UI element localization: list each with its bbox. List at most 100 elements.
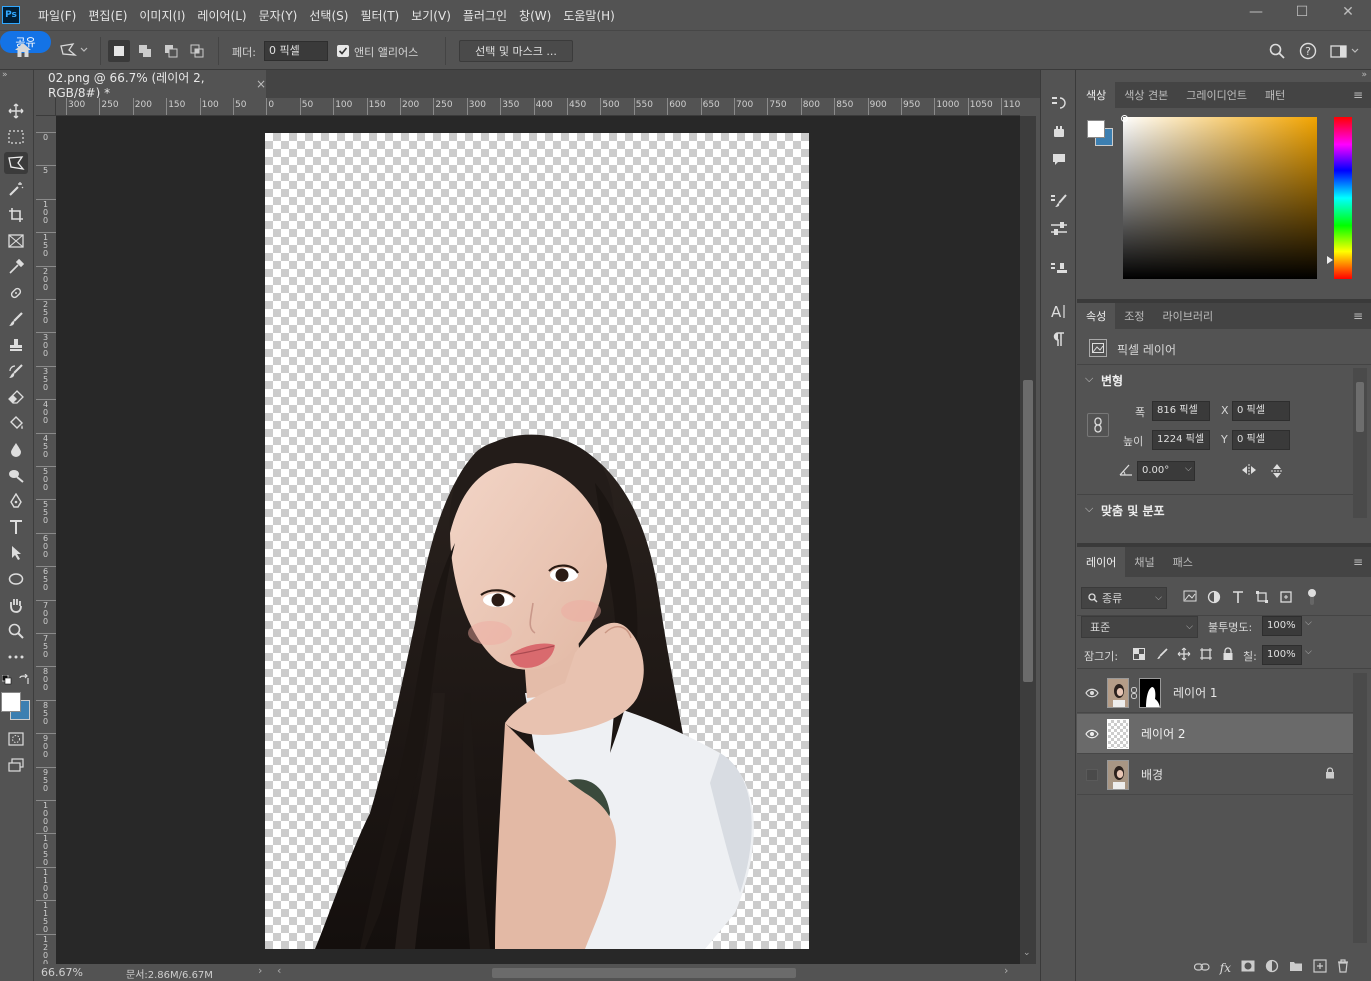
blur-tool-icon[interactable] [4, 438, 28, 460]
lasso-tool-icon[interactable] [4, 152, 28, 174]
zoom-tool-icon[interactable] [4, 620, 28, 642]
group-folder-icon[interactable] [1289, 960, 1303, 975]
layers-scrollbar[interactable] [1353, 673, 1367, 943]
layer-row[interactable]: 레이어 2 [1077, 714, 1353, 754]
search-icon[interactable] [1266, 40, 1288, 62]
color-panel-menu-icon[interactable]: ≡ [1353, 82, 1371, 108]
type-tool-icon[interactable] [4, 516, 28, 538]
angle-dropdown-icon[interactable]: ⌵ [1185, 464, 1192, 474]
frame-tool-icon[interactable] [4, 230, 28, 252]
move-tool-icon[interactable] [4, 100, 28, 122]
ellipse-tool-icon[interactable] [4, 568, 28, 590]
default-colors-icon[interactable] [1, 674, 12, 685]
ruler-origin[interactable] [36, 98, 56, 116]
layer-row[interactable]: 배경 [1077, 755, 1353, 795]
foreground-color-swatch[interactable] [1, 692, 21, 712]
fill-input[interactable]: 100% [1262, 645, 1302, 665]
lock-image-pixels-icon[interactable] [1156, 648, 1168, 660]
eyedropper-tool-icon[interactable] [4, 256, 28, 278]
tab-libraries[interactable]: 라이브러리 [1154, 303, 1223, 329]
lock-position-icon[interactable] [1177, 647, 1191, 661]
visibility-eye-icon[interactable] [1077, 688, 1107, 698]
collapse-toolbar-icon[interactable]: » [2, 70, 8, 80]
filter-pixel-icon[interactable] [1183, 590, 1197, 604]
properties-scrollbar[interactable] [1353, 368, 1367, 518]
paragraph-panel-icon[interactable] [1047, 328, 1071, 350]
intersect-selection-icon[interactable] [186, 40, 208, 62]
tab-adjustments[interactable]: 조정 [1115, 303, 1153, 329]
color-panel-foreground-swatch[interactable] [1087, 120, 1105, 138]
paint-bucket-tool-icon[interactable] [4, 412, 28, 434]
feather-input[interactable]: 0 픽셀 [264, 41, 328, 61]
close-window-button[interactable]: ✕ [1325, 0, 1371, 26]
character-panel-icon[interactable]: A [1047, 300, 1071, 322]
link-dimensions-icon[interactable] [1087, 413, 1109, 437]
menu-type[interactable]: 문자(Y) [253, 7, 304, 24]
menu-file[interactable]: 파일(F) [32, 7, 82, 24]
zoom-level[interactable]: 66.67% [41, 966, 83, 979]
lock-artboard-icon[interactable] [1199, 647, 1213, 661]
tab-color[interactable]: 색상 [1077, 82, 1116, 108]
layer-lock-icon[interactable] [1325, 767, 1335, 782]
layer-mask-thumbnail[interactable] [1139, 677, 1161, 708]
vertical-scroll-thumb[interactable] [1023, 380, 1033, 682]
tab-properties[interactable]: 속성 [1077, 303, 1116, 329]
collapse-dock-icon[interactable]: » [1361, 70, 1367, 80]
tab-channels[interactable]: 채널 [1125, 547, 1163, 577]
width-input[interactable]: 816 픽셀 [1152, 401, 1210, 421]
adjustments-panel-icon[interactable] [1047, 218, 1071, 240]
more-tools-icon[interactable] [4, 646, 28, 668]
layer-name[interactable]: 레이어 2 [1141, 725, 1186, 742]
menu-window[interactable]: 창(W) [513, 7, 557, 24]
layer-filter-dropdown[interactable]: 종류 ⌵ [1081, 587, 1167, 609]
plugins-panel-icon[interactable] [1047, 120, 1071, 142]
path-selection-tool-icon[interactable] [4, 542, 28, 564]
link-layers-icon[interactable] [1193, 961, 1210, 975]
layer-name[interactable]: 배경 [1141, 766, 1163, 783]
properties-scroll-thumb[interactable] [1356, 382, 1364, 432]
menu-layer[interactable]: 레이어(L) [191, 7, 252, 24]
layer-name[interactable]: 레이어 1 [1173, 684, 1218, 701]
crop-tool-icon[interactable] [4, 204, 28, 226]
clone-stamp-tool-icon[interactable] [4, 334, 28, 356]
blend-mode-dropdown[interactable]: 표준 ⌵ [1081, 616, 1198, 638]
visibility-toggle-empty[interactable] [1077, 768, 1107, 781]
tab-gradients[interactable]: 그레이디언트 [1177, 82, 1256, 108]
properties-panel-menu-icon[interactable]: ≡ [1353, 303, 1371, 329]
comments-panel-icon[interactable] [1047, 148, 1071, 170]
new-selection-icon[interactable] [108, 40, 130, 62]
history-brush-tool-icon[interactable] [4, 360, 28, 382]
home-icon[interactable] [10, 39, 36, 61]
brushes-panel-icon[interactable] [1047, 190, 1071, 212]
brush-tool-icon[interactable] [4, 308, 28, 330]
swap-colors-icon[interactable] [18, 673, 30, 686]
menu-view[interactable]: 보기(V) [405, 7, 457, 24]
horizontal-scroll-thumb[interactable] [492, 968, 796, 978]
adjustment-layer-icon[interactable] [1265, 959, 1279, 976]
healing-brush-tool-icon[interactable] [4, 282, 28, 304]
flip-horizontal-icon[interactable] [1241, 463, 1257, 477]
transform-collapse-icon[interactable]: ⌵ [1085, 372, 1093, 386]
lock-transparent-pixels-icon[interactable] [1133, 648, 1145, 660]
menu-help[interactable]: 도움말(H) [557, 7, 621, 24]
help-icon[interactable]: ? [1297, 40, 1319, 62]
mask-link-icon[interactable] [1129, 686, 1139, 699]
tab-patterns[interactable]: 패턴 [1256, 82, 1294, 108]
opacity-dropdown-icon[interactable]: ⌵ [1305, 618, 1312, 628]
minimize-button[interactable]: — [1233, 0, 1279, 26]
scroll-left-arrow-icon[interactable]: ‹ [277, 964, 281, 977]
visibility-eye-icon[interactable] [1077, 729, 1107, 739]
fill-dropdown-icon[interactable]: ⌵ [1305, 647, 1312, 657]
dodge-tool-icon[interactable] [4, 464, 28, 486]
color-picker-field[interactable] [1123, 117, 1317, 279]
menu-plugins[interactable]: 플러그인 [457, 7, 513, 24]
align-section-title[interactable]: 맞춤 및 분포 [1101, 502, 1165, 519]
magic-wand-tool-icon[interactable] [4, 178, 28, 200]
menu-select[interactable]: 선택(S) [303, 7, 354, 24]
hue-slider-marker-icon[interactable] [1327, 256, 1333, 264]
antialias-checkbox[interactable] [337, 45, 349, 57]
scroll-right-arrow-icon[interactable]: › [1004, 964, 1008, 977]
eraser-tool-icon[interactable] [4, 386, 28, 408]
tab-swatches[interactable]: 색상 견본 [1115, 82, 1177, 108]
x-input[interactable]: 0 픽셀 [1232, 401, 1290, 421]
